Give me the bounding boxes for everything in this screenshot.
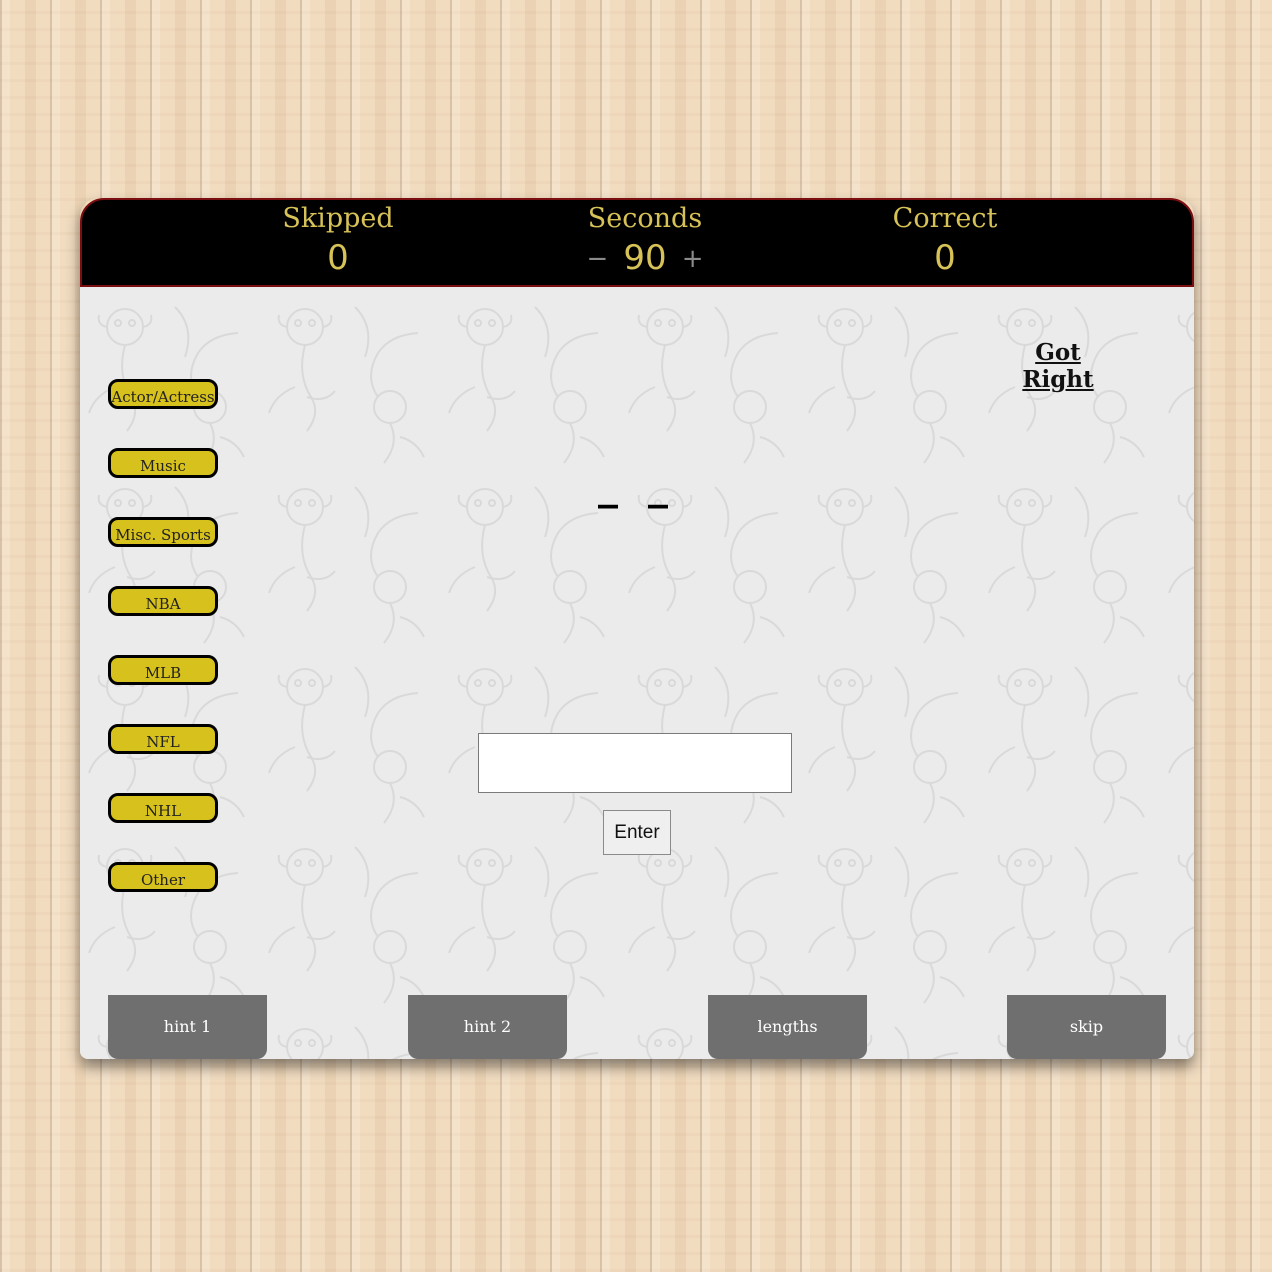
correct-stat: Correct 0 xyxy=(835,200,1055,279)
category-other-button[interactable]: Other xyxy=(108,862,218,892)
seconds-stat: Seconds − 90 + xyxy=(535,200,755,284)
enter-button[interactable]: Enter xyxy=(603,810,671,855)
seconds-label: Seconds xyxy=(587,203,703,234)
correct-label: Correct xyxy=(892,203,998,234)
hint-1-tab[interactable]: hint 1 xyxy=(108,995,267,1059)
game-panel: Skipped 0 Seconds − 90 + Correct 0 Got R… xyxy=(80,198,1194,1059)
skip-tab[interactable]: skip xyxy=(1007,995,1166,1059)
game-board: Got Right Actor/Actress Music Misc. Spor… xyxy=(80,287,1194,1059)
seconds-value: 90 xyxy=(623,238,667,278)
skipped-label: Skipped xyxy=(282,203,394,234)
answer-input[interactable] xyxy=(478,733,792,793)
category-nba-button[interactable]: NBA xyxy=(108,586,218,616)
category-music-button[interactable]: Music xyxy=(108,448,218,478)
hint-2-tab[interactable]: hint 2 xyxy=(408,995,567,1059)
category-list: Actor/Actress Music Misc. Sports NBA MLB… xyxy=(108,379,218,931)
lengths-tab[interactable]: lengths xyxy=(708,995,867,1059)
skipped-stat: Skipped 0 xyxy=(228,200,448,279)
answer-blanks: _ _ xyxy=(598,463,676,509)
skipped-count: 0 xyxy=(327,238,349,278)
category-misc-sports-button[interactable]: Misc. Sports xyxy=(108,517,218,547)
category-nhl-button[interactable]: NHL xyxy=(108,793,218,823)
got-right-link[interactable]: Got Right xyxy=(1002,339,1114,393)
category-mlb-button[interactable]: MLB xyxy=(108,655,218,685)
seconds-decrease-button[interactable]: − xyxy=(586,244,608,274)
scoreboard: Skipped 0 Seconds − 90 + Correct 0 xyxy=(80,198,1194,287)
category-nfl-button[interactable]: NFL xyxy=(108,724,218,754)
background-pattern xyxy=(80,287,1194,1059)
seconds-increase-button[interactable]: + xyxy=(682,244,704,274)
seconds-control: − 90 + xyxy=(535,238,755,284)
category-actor-actress-button[interactable]: Actor/Actress xyxy=(108,379,218,409)
correct-count: 0 xyxy=(934,238,956,278)
